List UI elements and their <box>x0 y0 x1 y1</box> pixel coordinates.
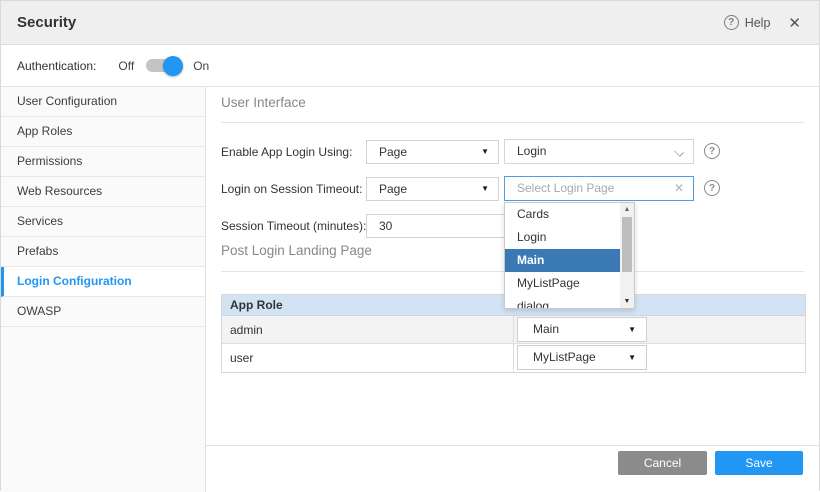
user-landing-page-select[interactable]: MyListPage ▼ <box>517 345 647 370</box>
enable-app-login-help-icon[interactable]: ? <box>704 143 720 159</box>
section-title-user-interface: User Interface <box>221 95 804 110</box>
enable-app-login-type-select[interactable]: Page ▼ <box>366 140 499 164</box>
scroll-up-icon[interactable]: ▲ <box>620 203 634 216</box>
dropdown-option-login[interactable]: Login <box>505 226 620 249</box>
login-page-options: Cards Login Main MyListPage dialog <box>505 203 620 309</box>
enable-app-login-page-value: Login <box>517 144 546 158</box>
sidebar: User Configuration App Roles Permissions… <box>1 87 206 492</box>
page-title: Security <box>17 14 76 31</box>
dropdown-scrollbar[interactable]: ▲ ▼ <box>620 203 634 308</box>
admin-landing-page-select[interactable]: Main ▼ <box>517 317 647 342</box>
authentication-toggle[interactable] <box>146 59 179 72</box>
dropdown-option-dialog[interactable]: dialog <box>505 295 620 309</box>
sidebar-item-user-configuration[interactable]: User Configuration <box>1 87 205 117</box>
chevron-down-icon <box>675 148 683 156</box>
login-on-timeout-type-value: Page <box>379 182 407 196</box>
footer-divider <box>206 445 819 446</box>
sidebar-item-prefabs[interactable]: Prefabs <box>1 237 205 267</box>
section-divider <box>221 122 804 123</box>
authentication-label: Authentication: <box>17 59 96 73</box>
admin-landing-page-value: Main <box>533 322 559 336</box>
help-label: Help <box>745 16 771 30</box>
sidebar-item-owasp[interactable]: OWASP <box>1 297 205 327</box>
landing-page-cell: Main ▼ <box>514 316 805 343</box>
scroll-down-icon[interactable]: ▼ <box>620 295 634 308</box>
dropdown-option-main[interactable]: Main <box>505 249 620 272</box>
login-on-timeout-label: Login on Session Timeout: <box>221 177 362 201</box>
sidebar-item-web-resources[interactable]: Web Resources <box>1 177 205 207</box>
toggle-knob <box>163 56 183 76</box>
scrollbar-thumb[interactable] <box>622 217 632 272</box>
security-dialog: Security ? Help ✕ Authentication: Off On… <box>0 0 820 491</box>
login-page-dropdown: Cards Login Main MyListPage dialog ▲ ▼ <box>504 202 635 309</box>
cancel-button[interactable]: Cancel <box>618 451 707 475</box>
login-configuration-panel: User Interface Enable App Login Using: P… <box>206 87 819 492</box>
toggle-off-label: Off <box>118 59 134 73</box>
select-arrow-icon: ▼ <box>628 318 636 341</box>
table-row-user: user MyListPage ▼ <box>222 344 805 372</box>
table-row-admin: admin Main ▼ <box>222 316 805 344</box>
dropdown-option-mylistpage[interactable]: MyListPage <box>505 272 620 295</box>
titlebar-actions: ? Help ✕ <box>724 14 801 32</box>
help-button[interactable]: ? Help <box>724 15 771 30</box>
landing-page-cell: MyListPage ▼ <box>514 344 805 372</box>
save-button[interactable]: Save <box>715 451 803 475</box>
sidebar-item-permissions[interactable]: Permissions <box>1 147 205 177</box>
toggle-on-label: On <box>193 59 209 73</box>
login-page-search-input[interactable] <box>517 177 667 199</box>
login-on-timeout-page-combobox[interactable]: ✕ <box>504 176 694 201</box>
enable-app-login-label: Enable App Login Using: <box>221 140 352 164</box>
sidebar-item-login-configuration[interactable]: Login Configuration <box>1 267 205 297</box>
enable-app-login-type-value: Page <box>379 145 407 159</box>
dialog-body: User Configuration App Roles Permissions… <box>1 87 819 492</box>
sidebar-item-services[interactable]: Services <box>1 207 205 237</box>
sidebar-item-app-roles[interactable]: App Roles <box>1 117 205 147</box>
session-timeout-label: Session Timeout (minutes): <box>221 214 366 238</box>
role-cell: user <box>222 344 514 372</box>
titlebar: Security ? Help ✕ <box>1 1 819 45</box>
clear-icon[interactable]: ✕ <box>674 177 684 200</box>
select-arrow-icon: ▼ <box>628 346 636 369</box>
login-on-timeout-type-select[interactable]: Page ▼ <box>366 177 499 201</box>
user-landing-page-value: MyListPage <box>533 350 596 364</box>
dropdown-option-cards[interactable]: Cards <box>505 203 620 226</box>
enable-app-login-page-combobox[interactable]: Login <box>504 139 694 164</box>
role-cell: admin <box>222 316 514 343</box>
authentication-bar: Authentication: Off On <box>1 45 819 87</box>
select-arrow-icon: ▼ <box>481 178 489 200</box>
help-icon: ? <box>724 15 739 30</box>
login-on-timeout-help-icon[interactable]: ? <box>704 180 720 196</box>
close-icon[interactable]: ✕ <box>788 14 801 32</box>
select-arrow-icon: ▼ <box>481 141 489 163</box>
